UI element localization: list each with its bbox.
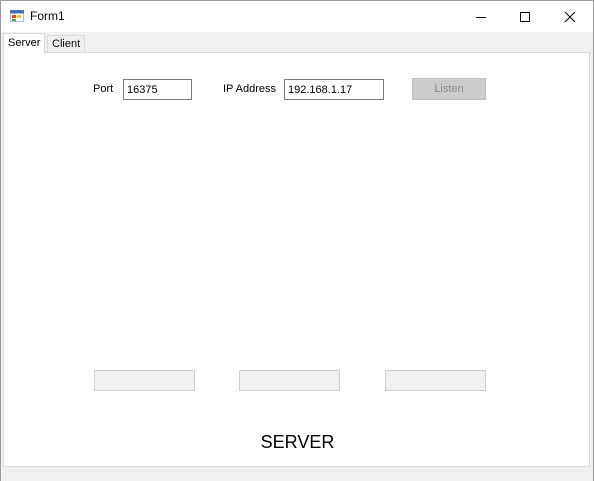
form-app-icon (10, 10, 24, 22)
bottom-bar (1, 468, 593, 481)
close-button[interactable] (547, 1, 593, 32)
ip-address-label: IP Address (223, 83, 276, 95)
tab-server[interactable]: Server (3, 33, 46, 54)
tab-strip: Server Client (1, 32, 593, 54)
server-tab-panel: Port IP Address Listen SERVER (3, 52, 590, 467)
blank-button-3[interactable] (385, 370, 486, 391)
window-title: Form1 (30, 9, 65, 23)
port-input[interactable] (123, 79, 192, 100)
minimize-button[interactable] (458, 1, 504, 32)
listen-button[interactable]: Listen (412, 78, 486, 100)
title-bar[interactable]: Form1 (1, 1, 593, 32)
maximize-button[interactable] (502, 1, 548, 32)
blank-button-1[interactable] (94, 370, 195, 391)
blank-button-2[interactable] (239, 370, 340, 391)
maximize-icon (520, 11, 530, 22)
ip-address-input[interactable] (284, 79, 384, 100)
port-label: Port (93, 83, 114, 95)
close-icon (564, 11, 576, 22)
main-window: Form1 Server Client Port IP Address List… (0, 0, 594, 481)
server-heading: SERVER (260, 432, 335, 452)
minimize-icon (476, 16, 486, 18)
